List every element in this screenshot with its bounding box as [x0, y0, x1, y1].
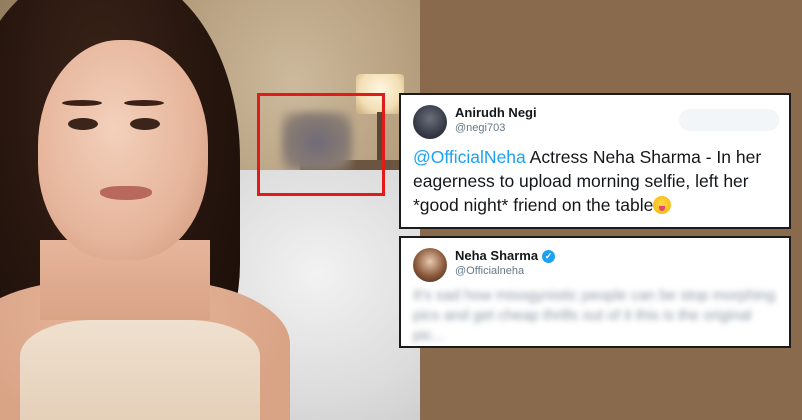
tweet-card-1[interactable]: Anirudh Negi @negi703 @OfficialNeha Actr… [399, 93, 791, 229]
lips [100, 186, 152, 200]
right-eye [130, 118, 160, 130]
avatar[interactable] [413, 105, 447, 139]
highlight-box [257, 93, 385, 196]
blurred-tweet-text: It's sad how misogynistic people can be … [413, 287, 776, 344]
left-eyebrow [62, 100, 102, 106]
right-eyebrow [124, 100, 164, 106]
left-eye [68, 118, 98, 130]
tweet-card-2[interactable]: Neha Sharma ✓ @Officialneha It's sad how … [399, 236, 791, 348]
face [38, 40, 208, 260]
user-name-text[interactable]: Neha Sharma [455, 248, 538, 263]
mention-link[interactable]: @OfficialNeha [413, 147, 526, 167]
follow-button[interactable] [679, 109, 779, 131]
user-name[interactable]: Anirudh Negi [455, 105, 537, 120]
user-name[interactable]: Neha Sharma ✓ [455, 248, 556, 264]
squinting-face-with-tongue-icon [653, 196, 672, 214]
tweet-text: @OfficialNeha Actress Neha Sharma - In h… [413, 145, 779, 217]
verified-badge-icon: ✓ [542, 250, 556, 264]
avatar[interactable] [413, 248, 447, 282]
selfie-photo [0, 0, 420, 420]
clothing-top [20, 320, 260, 420]
user-handle[interactable]: @Officialneha [455, 265, 524, 277]
user-handle[interactable]: @negi703 [455, 122, 505, 134]
